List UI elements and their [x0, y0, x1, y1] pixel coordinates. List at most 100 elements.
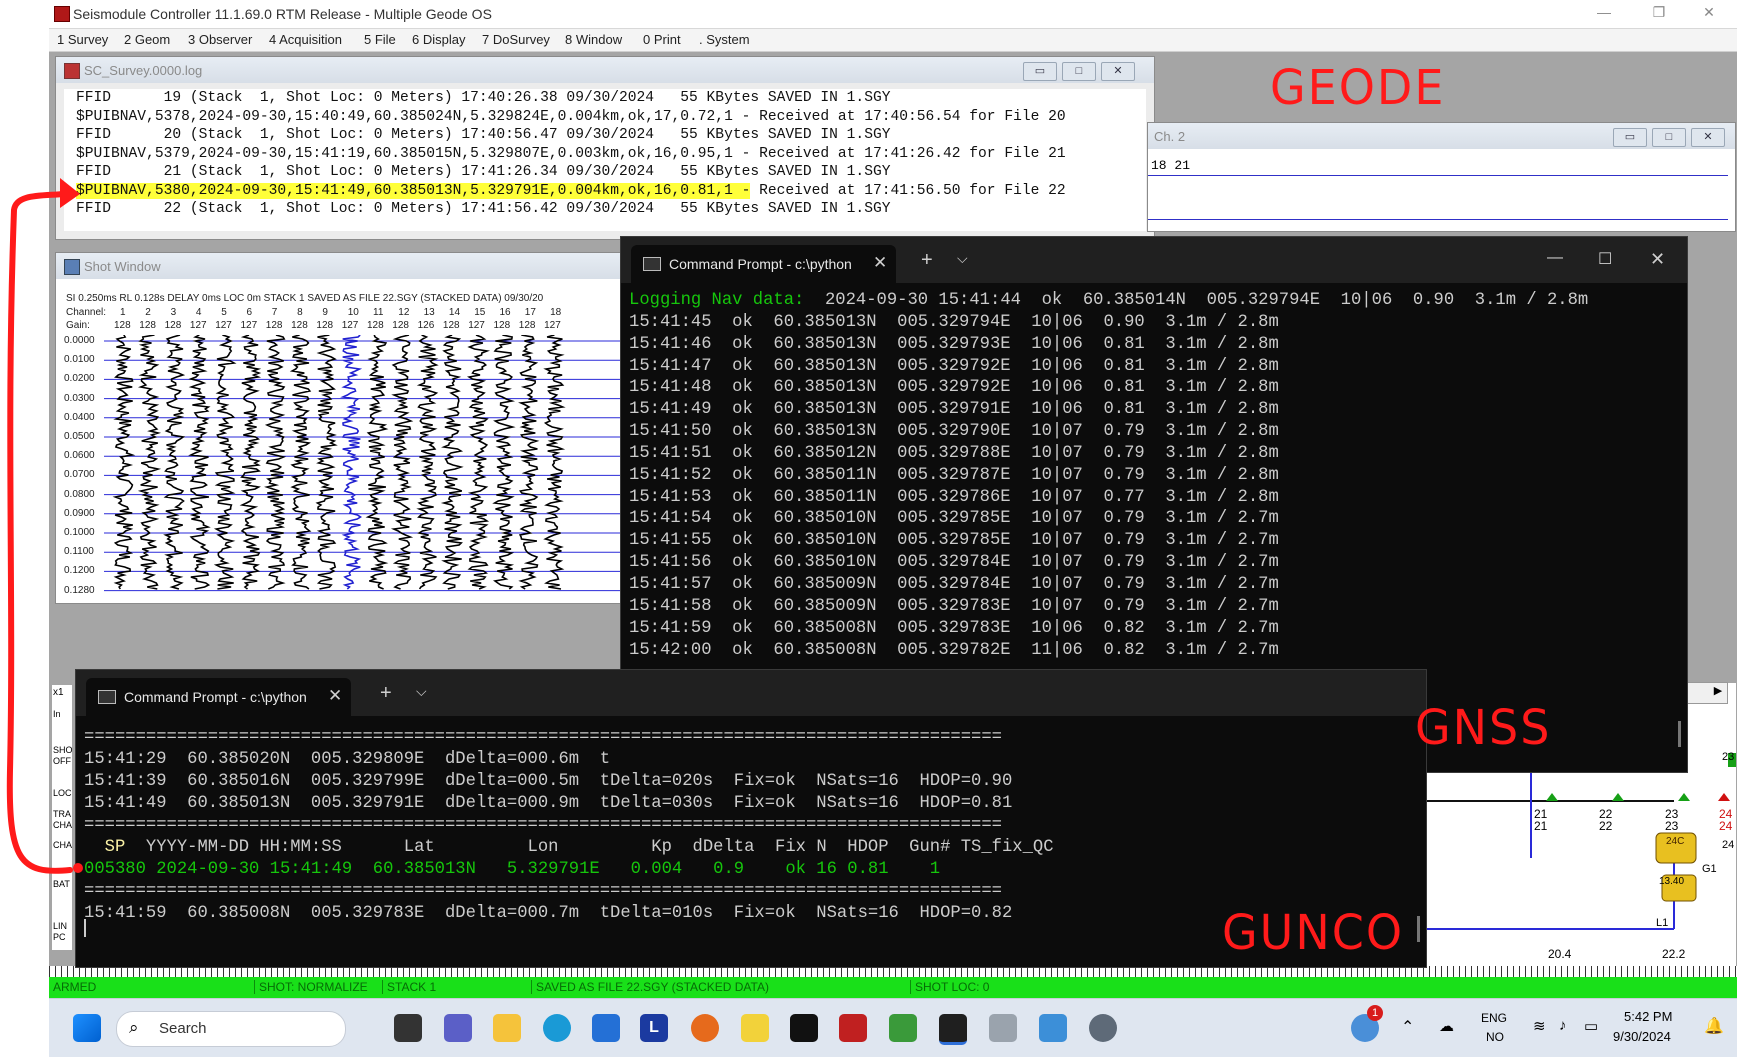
- log-line: FFID 21 (Stack 1, Shot Loc: 0 Meters) 17…: [76, 164, 891, 180]
- onedrive-icon[interactable]: ☁: [1439, 1017, 1454, 1035]
- seismic-trace: [239, 335, 262, 590]
- new-tab-icon[interactable]: +: [921, 249, 933, 272]
- maximize-icon[interactable]: ☐: [1598, 249, 1612, 269]
- close-icon[interactable]: ✕: [1691, 128, 1725, 147]
- menu-geom[interactable]: 2 Geom: [124, 32, 170, 47]
- ch2-title: Ch. 2: [1154, 129, 1186, 144]
- wifi-icon[interactable]: ≋: [1533, 1017, 1546, 1035]
- menu-system[interactable]: . System: [699, 32, 750, 47]
- teams-icon[interactable]: [444, 1014, 472, 1042]
- status-stack: STACK 1: [382, 980, 436, 994]
- gain-value: 127: [215, 320, 232, 331]
- gunco-row: 15:41:49 60.385013N 005.329791E dDelta=0…: [84, 794, 1013, 813]
- gain-value: 128: [518, 320, 536, 331]
- gnss-row: 15:41:48 ok 60.385013N 005.329792E 10|06…: [629, 378, 1279, 398]
- battery-icon[interactable]: ▭: [1584, 1017, 1598, 1035]
- gnss-tab[interactable]: Command Prompt - c:\python ✕: [631, 245, 896, 283]
- start-icon[interactable]: [73, 1014, 101, 1042]
- chevron-up-icon[interactable]: ⌃: [1401, 1017, 1414, 1037]
- seismic-trace: [440, 335, 464, 590]
- channel-number: 16: [499, 307, 511, 318]
- menu-observer[interactable]: 3 Observer: [188, 32, 252, 47]
- store-icon[interactable]: [592, 1014, 620, 1042]
- log-line: FFID 20 (Stack 1, Shot Loc: 0 Meters) 17…: [76, 127, 891, 143]
- new-tab-icon[interactable]: +: [380, 682, 392, 705]
- scroll-right-icon[interactable]: ▶: [1710, 684, 1726, 701]
- app-l-icon[interactable]: L: [640, 1014, 668, 1042]
- gnss-row: 15:41:58 ok 60.385009N 005.329783E 10|07…: [629, 596, 1279, 616]
- close-icon[interactable]: ✕: [1650, 249, 1665, 270]
- station-21b: 21: [1534, 819, 1548, 833]
- gain-value: 128: [392, 320, 409, 331]
- chevron-down-icon[interactable]: ⌵: [957, 250, 968, 267]
- menu-display[interactable]: 6 Display: [412, 32, 465, 47]
- gnss-row: 15:41:56 ok 60.385010N 005.329784E 10|07…: [629, 553, 1279, 573]
- edge-icon[interactable]: [543, 1014, 571, 1042]
- menu-print[interactable]: 0 Print: [643, 32, 681, 47]
- channel-number: 11: [373, 307, 384, 318]
- minimize-icon[interactable]: —: [1547, 249, 1563, 267]
- file-explorer-icon[interactable]: [493, 1014, 521, 1042]
- clock-date[interactable]: 9/30/2024: [1613, 1029, 1671, 1044]
- tab-close-icon[interactable]: ✕: [328, 686, 342, 706]
- firefox-icon[interactable]: [691, 1014, 719, 1042]
- volume-icon[interactable]: ♪: [1559, 1017, 1567, 1034]
- gunco-scrollbar[interactable]: [1417, 916, 1420, 942]
- notification-bell-icon[interactable]: 🔔: [1704, 1016, 1724, 1036]
- maximize-icon[interactable]: □: [1062, 62, 1096, 81]
- gnss-scrollbar[interactable]: [1678, 721, 1681, 747]
- app-title: Seismodule Controller 11.1.69.0 RTM Rele…: [73, 6, 492, 22]
- search-box[interactable]: ⌕ Search: [116, 1011, 346, 1047]
- maximize-icon[interactable]: □: [1652, 128, 1686, 147]
- seismic-traces: [104, 335, 664, 592]
- task-view-icon[interactable]: [394, 1014, 422, 1042]
- logging-first-values: 2024-09-30 15:41:44 ok 60.385014N 005.32…: [804, 291, 1589, 310]
- search-icon: ⌕: [129, 1018, 139, 1037]
- menu-dosurvey[interactable]: 7 DoSurvey: [482, 32, 550, 47]
- gain-value: 127: [468, 320, 485, 331]
- channel-number: 4: [195, 307, 202, 318]
- tab-close-icon[interactable]: ✕: [873, 253, 887, 273]
- gnss-row: 15:41:53 ok 60.385011N 005.329786E 10|07…: [629, 487, 1279, 507]
- terminal-taskbar-icon[interactable]: [790, 1014, 818, 1042]
- language-eng[interactable]: ENG: [1481, 1011, 1507, 1025]
- command-prompt-taskbar-icon[interactable]: [939, 1014, 967, 1045]
- minimize-icon[interactable]: ▭: [1613, 128, 1647, 147]
- snipping-tool-icon[interactable]: [1039, 1014, 1067, 1042]
- network-app-icon[interactable]: [989, 1014, 1017, 1042]
- gain-value: 128: [164, 320, 182, 331]
- survey-log-title: SC_Survey.0000.log: [84, 63, 203, 78]
- channel-number: 2: [145, 307, 151, 318]
- seismic-trace: [340, 335, 363, 590]
- notes-icon[interactable]: [741, 1014, 769, 1042]
- station-23-right: 23: [1722, 751, 1735, 763]
- language-no[interactable]: NO: [1486, 1030, 1504, 1044]
- gnss-row: 15:41:47 ok 60.385013N 005.329792E 10|06…: [629, 356, 1279, 376]
- menu-file[interactable]: 5 File: [364, 32, 396, 47]
- menu-window[interactable]: 8 Window: [565, 32, 622, 47]
- ch2-line: [1148, 175, 1728, 176]
- menu-survey[interactable]: 1 Survey: [57, 32, 108, 47]
- close-icon[interactable]: ✕: [1101, 62, 1135, 81]
- gain-value: 127: [240, 320, 258, 331]
- close-icon[interactable]: ✕: [1694, 4, 1724, 21]
- clock-time[interactable]: 5:42 PM: [1624, 1009, 1672, 1024]
- station-23b: 23: [1665, 819, 1679, 833]
- gnss-row: 15:41:55 ok 60.385010N 005.329785E 10|07…: [629, 531, 1279, 551]
- chart-app-icon[interactable]: [889, 1014, 917, 1042]
- menu-bar: 1 Survey 2 Geom 3 Observer 4 Acquisition…: [49, 29, 1737, 52]
- seismic-trace: [163, 335, 186, 590]
- survey-log-caption: SC_Survey.0000.log ▭ □ ✕: [56, 57, 1154, 83]
- restore-icon[interactable]: ❐: [1644, 4, 1674, 21]
- seismodule-taskbar-icon[interactable]: [839, 1014, 867, 1042]
- channel-number: 8: [297, 307, 303, 318]
- minimize-icon[interactable]: ▭: [1023, 62, 1057, 81]
- gunco-rule: ========================================…: [84, 728, 1002, 747]
- minimize-icon[interactable]: —: [1589, 4, 1619, 20]
- log-line: FFID 22 (Stack 1, Shot Loc: 0 Meters) 17…: [76, 201, 891, 217]
- chevron-down-icon[interactable]: ⌵: [416, 683, 427, 700]
- gunco-tab[interactable]: Command Prompt - c:\python ✕: [86, 678, 351, 716]
- gunco-annotation: GUNCO: [1222, 903, 1405, 961]
- menu-acquisition[interactable]: 4 Acquisition: [269, 32, 342, 47]
- settings-icon[interactable]: [1089, 1014, 1117, 1042]
